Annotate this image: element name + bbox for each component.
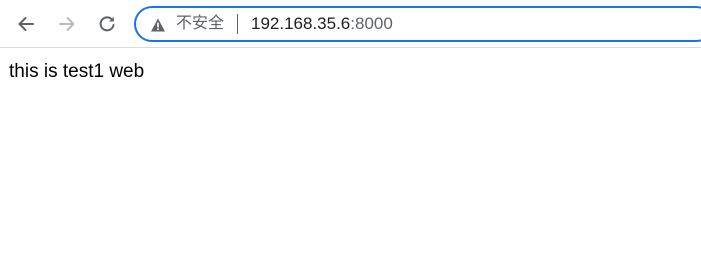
address-bar[interactable]: 不安全 192.168.35.6:8000 bbox=[134, 6, 701, 42]
warning-triangle-icon[interactable] bbox=[150, 17, 166, 33]
url-host: 192.168.35.6 bbox=[251, 14, 351, 33]
reload-button[interactable] bbox=[92, 9, 122, 39]
reload-icon bbox=[99, 16, 115, 32]
forward-button[interactable] bbox=[52, 9, 82, 39]
security-status-label[interactable]: 不安全 bbox=[176, 14, 224, 34]
forward-arrow-icon bbox=[59, 17, 75, 31]
url-text[interactable]: 192.168.35.6:8000 bbox=[251, 14, 393, 34]
back-arrow-icon bbox=[18, 17, 34, 31]
address-divider bbox=[237, 14, 238, 34]
page-body-text: this is test1 web bbox=[9, 61, 145, 82]
back-button[interactable] bbox=[11, 9, 41, 39]
url-port: :8000 bbox=[350, 14, 393, 33]
browser-toolbar: 不安全 192.168.35.6:8000 bbox=[0, 0, 701, 48]
